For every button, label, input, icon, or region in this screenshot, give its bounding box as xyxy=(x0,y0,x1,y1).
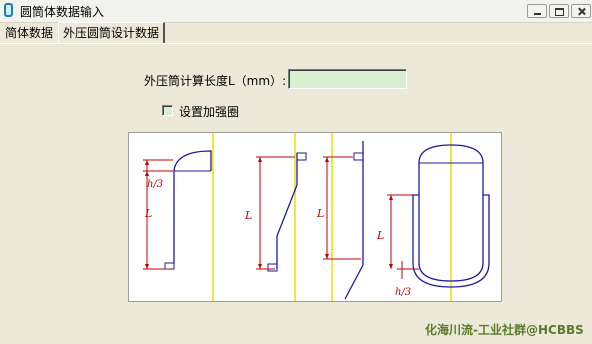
maximize-button[interactable] xyxy=(549,4,569,18)
cylinder-app-icon xyxy=(4,3,13,17)
title-bar: 圆筒体数据输入 xyxy=(0,0,592,23)
vessel-diagram-svg: L h/3 L L L h/3 xyxy=(143,133,490,301)
stiffening-ring-checkbox[interactable] xyxy=(162,105,173,116)
figure-closed-vessel xyxy=(387,133,490,301)
close-button[interactable] xyxy=(571,4,591,18)
minimize-icon xyxy=(528,5,546,17)
figure-elliptical-head xyxy=(143,133,214,301)
close-icon xyxy=(572,5,590,17)
dim-label-L4: L xyxy=(376,229,384,242)
vessel-outline-3 xyxy=(344,141,364,300)
support-ring-1 xyxy=(164,262,175,270)
dim-label-h3-right: h/3 xyxy=(395,287,411,298)
figure-straight-shell xyxy=(323,133,364,301)
calc-length-label: 外压筒计算长度L（mm）: xyxy=(144,74,287,88)
tab-shell-data[interactable]: 简体数据 xyxy=(1,24,57,42)
calc-length-input[interactable] xyxy=(288,69,407,89)
window-title: 圆筒体数据输入 xyxy=(20,5,105,19)
tab-panel-border xyxy=(0,43,592,44)
tab-external-pressure-design[interactable]: 外压圆筒设计数据 xyxy=(58,22,166,43)
tab-strip: 简体数据 外压圆筒设计数据 xyxy=(0,22,592,44)
vessel-outline-1 xyxy=(173,150,212,263)
dim-label-L3: L xyxy=(316,207,324,220)
calc-length-diagram: L h/3 L L L h/3 xyxy=(128,132,502,302)
watermark-text: 化海川流-工业社群@HCBBS xyxy=(425,323,584,337)
stiffening-ring-label[interactable]: 设置加强圈 xyxy=(179,103,239,120)
dim-label-h3-left: h/3 xyxy=(147,179,163,190)
maximize-icon xyxy=(550,5,568,17)
figure-cone xyxy=(256,133,307,301)
vessel-outline-2 xyxy=(276,153,298,269)
minimize-button[interactable] xyxy=(527,4,547,18)
dim-label-L1: L xyxy=(144,207,152,220)
dim-label-L2: L xyxy=(244,209,252,222)
